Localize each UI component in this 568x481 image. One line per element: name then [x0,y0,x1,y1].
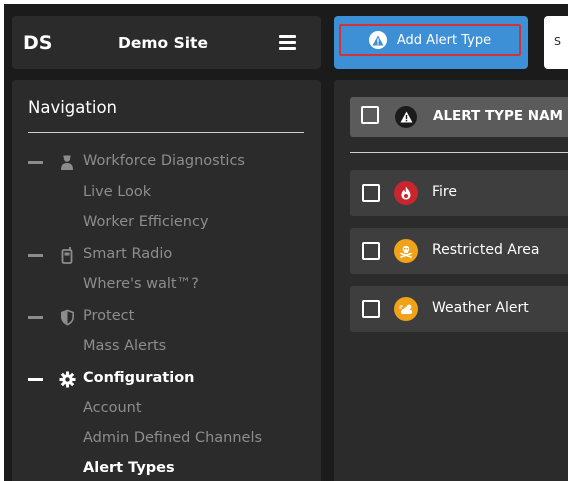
sidebar-subitem-mass-alerts[interactable]: Mass Alerts [83,338,166,354]
add-alert-type-button[interactable]: Add Alert Type [334,16,528,69]
sidebar-item-label: Protect [83,308,135,324]
row-checkbox[interactable] [362,184,380,202]
warning-icon [368,31,387,49]
table-header: ALERT TYPE NAM [350,97,568,137]
shield-icon [58,308,76,326]
warning-icon [395,106,417,128]
add-alert-type-highlight: Add Alert Type [339,24,521,56]
row-checkbox[interactable] [362,242,380,260]
brand-initials: DS [23,32,53,54]
row-label: Fire [432,184,457,200]
gear-icon [58,370,76,388]
sidebar: Navigation Workforce Diagnostics Live Lo… [12,80,321,481]
alert-types-panel: ALERT TYPE NAM Fire Restricted Area Weat… [334,80,568,481]
column-header-alert-type-name[interactable]: ALERT TYPE NAM [433,108,563,124]
skull-icon [394,239,418,263]
sidebar-item-label: Configuration [83,370,195,386]
sidebar-subitem-worker-efficiency[interactable]: Worker Efficiency [83,214,209,230]
fire-icon [394,181,418,205]
hamburger-icon[interactable] [279,35,296,50]
collapse-icon[interactable] [28,161,43,164]
brand-header: DS Demo Site [12,16,321,69]
row-checkbox[interactable] [362,300,380,318]
sidebar-subitem-account[interactable]: Account [83,400,142,416]
search-field[interactable]: S [544,16,568,69]
collapse-icon[interactable] [28,316,43,319]
collapse-icon[interactable] [28,254,43,257]
weather-icon [394,297,418,321]
table-row[interactable]: Restricted Area [350,228,568,274]
sidebar-title: Navigation [28,98,117,117]
sidebar-subitem-alert-types[interactable]: Alert Types [83,460,175,476]
site-name: Demo Site [118,34,208,52]
sidebar-subitem-live-look[interactable]: Live Look [83,184,151,200]
worker-icon [58,153,76,171]
add-alert-type-label: Add Alert Type [396,32,492,48]
row-label: Weather Alert [432,300,529,316]
select-all-checkbox[interactable] [361,106,379,124]
table-divider [350,152,568,153]
app-window: DS Demo Site Add Alert Type S Navigation… [4,4,568,481]
radio-icon [58,246,76,264]
sidebar-divider [28,132,304,133]
sidebar-subitem-wheres-walt[interactable]: Where's walt™? [83,276,199,292]
sidebar-subitem-admin-defined-channels[interactable]: Admin Defined Channels [83,430,262,446]
collapse-icon[interactable] [28,378,43,381]
table-row[interactable]: Weather Alert [350,286,568,332]
sidebar-item-label: Smart Radio [83,246,173,262]
row-label: Restricted Area [432,242,540,258]
search-field-text: S [554,35,561,48]
sidebar-item-label: Workforce Diagnostics [83,153,245,169]
table-row[interactable]: Fire [350,170,568,216]
